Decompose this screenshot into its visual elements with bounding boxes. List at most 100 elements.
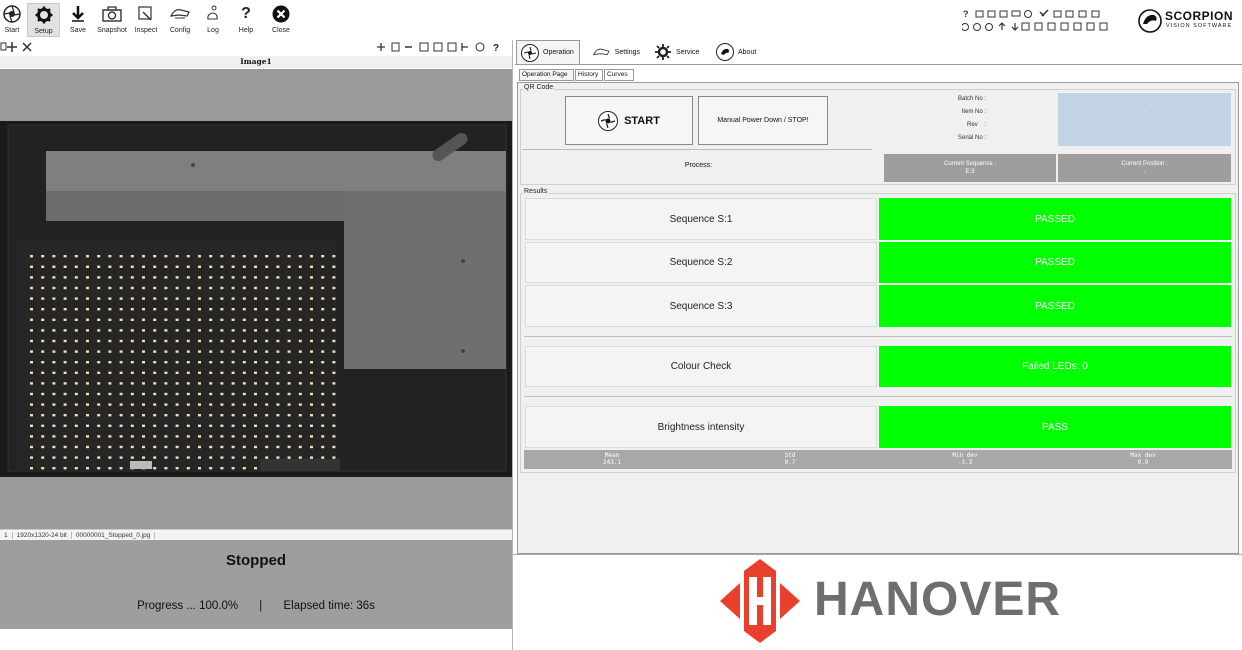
result-value-colour-check: Failed LEDs: 0	[879, 346, 1231, 387]
config-label: Config	[169, 27, 191, 34]
hanover-logo: HANOVER	[716, 557, 1060, 645]
tab-service[interactable]: Service	[650, 40, 704, 64]
config-button[interactable]: Config	[166, 3, 194, 37]
aperture-icon	[3, 3, 21, 25]
close-label: Close	[272, 27, 290, 34]
save-label: Save	[70, 27, 86, 34]
help-button[interactable]: ? Help	[236, 3, 256, 37]
stat-min-dev-value: -3.3	[957, 459, 973, 466]
batch-no-value: -	[1143, 96, 1146, 102]
main-toolbar: Start Setup Save Snapshot Inspect Config	[0, 0, 1242, 40]
item-no-label: Item No :	[961, 109, 986, 115]
log-label: Log	[207, 27, 219, 34]
current-position-label: Current Position :	[1121, 161, 1168, 167]
tab-service-label: Service	[676, 48, 700, 56]
result-label-seq3: Sequence S:3	[525, 285, 877, 327]
log-icon	[205, 3, 221, 25]
snapshot-button[interactable]: Snapshot	[96, 3, 128, 37]
current-position-box: Current Position : -	[1058, 154, 1231, 182]
gear-icon	[35, 4, 53, 26]
scorpion-name: SCORPION	[1165, 9, 1234, 23]
process-label: Process:	[684, 162, 713, 169]
results-group-label: Results	[523, 188, 549, 195]
start-button[interactable]: Start	[1, 3, 23, 37]
stat-mean-label: Mean	[604, 452, 620, 459]
serial-no-label: Serial No :	[957, 135, 986, 141]
status-text: Stopped	[226, 552, 286, 569]
subtab-history[interactable]: History	[575, 69, 603, 81]
image-index: 1	[0, 531, 13, 539]
manual-stop-button[interactable]: Manual Power Down / STOP!	[698, 96, 828, 145]
image-viewer[interactable]	[0, 69, 512, 529]
progress-line: Progress ... 100.0% | Elapsed time: 36s	[0, 600, 512, 612]
image-resolution: 1920x1320-24 bit	[13, 531, 72, 539]
current-sequence-label: Current Sequence :	[943, 161, 997, 167]
current-sequence-box: Current Sequence : E:3	[884, 154, 1056, 182]
rev-label: Rev :	[966, 122, 986, 128]
tab-operation-label: Operation	[543, 49, 574, 56]
image-title: Image1	[0, 56, 512, 68]
result-label-seq1: Sequence S:1	[525, 198, 877, 240]
stat-max-dev-value: 0.9	[1137, 459, 1149, 466]
result-value-seq3: PASSED	[879, 285, 1231, 327]
service-gear-icon	[655, 44, 671, 60]
camera-icon	[102, 3, 122, 25]
snapshot-label: Snapshot	[97, 27, 127, 34]
stat-mean-value: 243.1	[602, 459, 622, 466]
camera-image	[0, 121, 512, 477]
right-bottom-divider	[513, 554, 1242, 555]
result-value-seq2: PASSED	[879, 242, 1231, 283]
help-label: Help	[238, 27, 254, 34]
elapsed-time: Elapsed time: 36s	[283, 600, 375, 612]
svg-text:?: ?	[963, 9, 969, 19]
subtab-curves[interactable]: Curves	[604, 69, 634, 81]
tab-settings[interactable]: Settings	[588, 40, 644, 64]
tab-underline	[515, 64, 1242, 65]
settings-icon	[592, 48, 610, 56]
inspect-label: Inspect	[134, 27, 158, 34]
item-no-value: -	[1143, 109, 1146, 115]
tab-operation[interactable]: Operation	[516, 40, 580, 64]
config-icon	[169, 3, 191, 25]
aperture-icon	[598, 110, 619, 131]
start-label: Start	[4, 27, 20, 34]
qr-code-group-label: QR Code	[523, 84, 555, 91]
results-separator	[524, 396, 1232, 397]
setup-label: Setup	[34, 28, 53, 35]
image-filename: 00000001_Stopped_0.jpg	[72, 531, 156, 539]
stat-max-dev-label: Max dev	[1130, 452, 1156, 459]
image-tool-strip: ?	[0, 40, 512, 54]
save-button[interactable]: Save	[66, 3, 90, 37]
about-icon	[716, 43, 734, 61]
tab-about-label: About	[738, 48, 757, 56]
start-sequence-button[interactable]: START	[565, 96, 693, 145]
system-icon-strip[interactable]: ?	[961, 8, 1122, 32]
rev-value: -	[1143, 122, 1146, 128]
tab-settings-label: Settings	[614, 48, 640, 56]
batch-no-label: Batch No :	[957, 96, 986, 102]
result-value-seq1: PASSED	[879, 198, 1231, 240]
setup-button[interactable]: Setup	[27, 3, 60, 37]
result-label-seq2: Sequence S:2	[525, 242, 877, 283]
close-button[interactable]: Close	[270, 3, 292, 37]
svg-text:?: ?	[493, 43, 499, 53]
current-sequence-value: E:3	[965, 169, 975, 175]
result-value-brightness: PASS	[879, 406, 1231, 448]
result-label-brightness: Brightness intensity	[525, 406, 877, 448]
zoom-tool-icons[interactable]: ?	[376, 41, 511, 53]
image-statusbar: 1 1920x1320-24 bit 00000001_Stopped_0.jp…	[0, 529, 512, 540]
log-button[interactable]: Log	[202, 3, 224, 37]
inspect-button[interactable]: Inspect	[132, 3, 160, 37]
tab-about[interactable]: About	[712, 40, 764, 64]
subtab-operation-page[interactable]: Operation Page	[519, 69, 574, 81]
stat-max-dev: Max dev 0.9	[1113, 452, 1173, 466]
left-tool-icons[interactable]	[0, 41, 40, 53]
close-icon	[272, 3, 290, 25]
stat-min-dev-label: Min dev	[952, 452, 978, 459]
question-icon: ?	[241, 5, 251, 22]
stat-std: Std 0.7	[760, 452, 820, 466]
current-position-value: -	[1143, 169, 1146, 175]
results-separator	[524, 336, 1232, 337]
stat-min-dev: Min dev -3.3	[935, 452, 995, 466]
panel-divider[interactable]	[512, 40, 513, 650]
